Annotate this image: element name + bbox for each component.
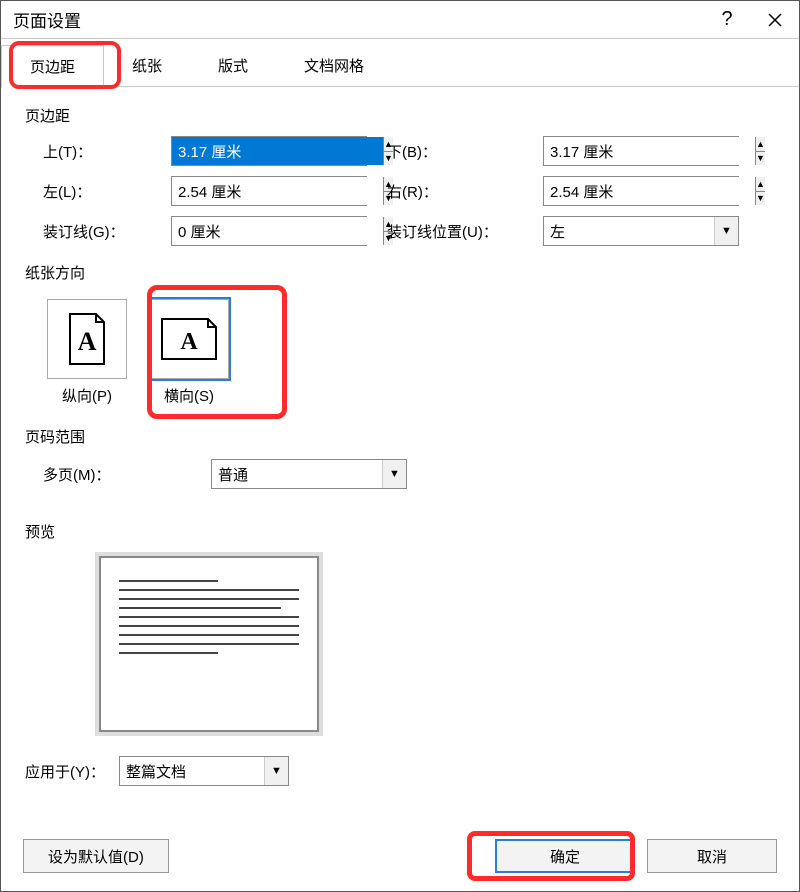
spinner-bottom[interactable]: ▲▼ bbox=[543, 136, 739, 166]
group-orientation-title: 纸张方向 bbox=[25, 258, 775, 287]
spinner-up-icon[interactable]: ▲ bbox=[756, 137, 765, 152]
spinner-down-icon[interactable]: ▼ bbox=[756, 152, 765, 166]
select-applyto-value: 整篇文档 bbox=[120, 761, 264, 782]
group-margins: 页边距 上(T)： ▲▼ 下(B)： ▲▼ 左(L)： bbox=[25, 101, 775, 246]
select-multipage-value: 普通 bbox=[212, 464, 382, 485]
dialog-content: 页边距 上(T)： ▲▼ 下(B)： ▲▼ 左(L)： bbox=[1, 87, 799, 829]
orientation-landscape[interactable]: A 横向(S) bbox=[145, 295, 233, 410]
set-default-button[interactable]: 设为默认值(D) bbox=[23, 839, 169, 873]
label-bottom: 下(B)： bbox=[375, 141, 535, 162]
help-button[interactable]: ? bbox=[703, 1, 751, 39]
dialog-title: 页面设置 bbox=[13, 7, 703, 32]
input-top[interactable] bbox=[172, 137, 383, 165]
svg-text:A: A bbox=[78, 327, 97, 356]
select-applyto[interactable]: 整篇文档 ▼ bbox=[119, 756, 289, 786]
spinner-right[interactable]: ▲▼ bbox=[543, 176, 739, 206]
tab-paper[interactable]: 纸张 bbox=[104, 45, 190, 87]
spinner-down-icon[interactable]: ▼ bbox=[756, 192, 765, 206]
select-multipage[interactable]: 普通 ▼ bbox=[211, 459, 407, 489]
page-setup-dialog: 页面设置 ? 页边距 纸张 版式 文档网格 页边距 上(T)： ▲▼ 下(B)： bbox=[0, 0, 800, 892]
svg-text:A: A bbox=[180, 329, 198, 355]
label-right: 右(R)： bbox=[375, 181, 535, 202]
ok-button[interactable]: 确定 bbox=[495, 839, 635, 873]
label-gutterpos: 装订线位置(U)： bbox=[375, 221, 535, 242]
group-preview: 预览 bbox=[25, 517, 775, 732]
label-applyto: 应用于(Y)： bbox=[25, 761, 105, 782]
group-margins-title: 页边距 bbox=[25, 101, 775, 130]
input-right[interactable] bbox=[544, 177, 755, 205]
input-bottom[interactable] bbox=[544, 137, 755, 165]
spinner-left[interactable]: ▲▼ bbox=[171, 176, 367, 206]
preview-thumbnail bbox=[99, 556, 319, 732]
group-orientation: 纸张方向 A 纵向(P) A 横向(S) bbox=[25, 258, 775, 410]
input-left[interactable] bbox=[172, 177, 383, 205]
group-preview-title: 预览 bbox=[25, 517, 775, 546]
label-multipage: 多页(M)： bbox=[43, 464, 203, 485]
tab-bar: 页边距 纸张 版式 文档网格 bbox=[1, 39, 799, 87]
close-button[interactable] bbox=[751, 1, 799, 39]
titlebar: 页面设置 ? bbox=[1, 1, 799, 39]
cancel-button[interactable]: 取消 bbox=[647, 839, 777, 873]
chevron-down-icon[interactable]: ▼ bbox=[264, 757, 288, 785]
tab-docgrid[interactable]: 文档网格 bbox=[276, 45, 392, 87]
spinner-gutter[interactable]: ▲▼ bbox=[171, 216, 367, 246]
orientation-landscape-label: 横向(S) bbox=[164, 385, 214, 406]
select-gutterpos[interactable]: 左 ▼ bbox=[543, 216, 739, 246]
orientation-portrait-label: 纵向(P) bbox=[62, 385, 112, 406]
tab-margins[interactable]: 页边距 bbox=[1, 45, 104, 88]
spinner-up-icon[interactable]: ▲ bbox=[756, 177, 765, 192]
label-top: 上(T)： bbox=[43, 141, 163, 162]
dialog-footer: 设为默认值(D) 确定 取消 bbox=[1, 829, 799, 891]
spinner-top[interactable]: ▲▼ bbox=[171, 136, 367, 166]
tab-layout[interactable]: 版式 bbox=[190, 45, 276, 87]
portrait-icon: A bbox=[47, 299, 127, 379]
select-gutterpos-value: 左 bbox=[544, 221, 714, 242]
apply-to-row: 应用于(Y)： 整篇文档 ▼ bbox=[25, 756, 775, 786]
label-gutter: 装订线(G)： bbox=[43, 221, 163, 242]
orientation-portrait[interactable]: A 纵向(P) bbox=[43, 295, 131, 410]
group-pagerange: 页码范围 多页(M)： 普通 ▼ bbox=[25, 422, 775, 489]
chevron-down-icon[interactable]: ▼ bbox=[382, 460, 406, 488]
label-left: 左(L)： bbox=[43, 181, 163, 202]
close-icon bbox=[768, 13, 782, 27]
input-gutter[interactable] bbox=[172, 217, 383, 245]
chevron-down-icon[interactable]: ▼ bbox=[714, 217, 738, 245]
group-pagerange-title: 页码范围 bbox=[25, 422, 775, 451]
landscape-icon: A bbox=[149, 299, 229, 379]
